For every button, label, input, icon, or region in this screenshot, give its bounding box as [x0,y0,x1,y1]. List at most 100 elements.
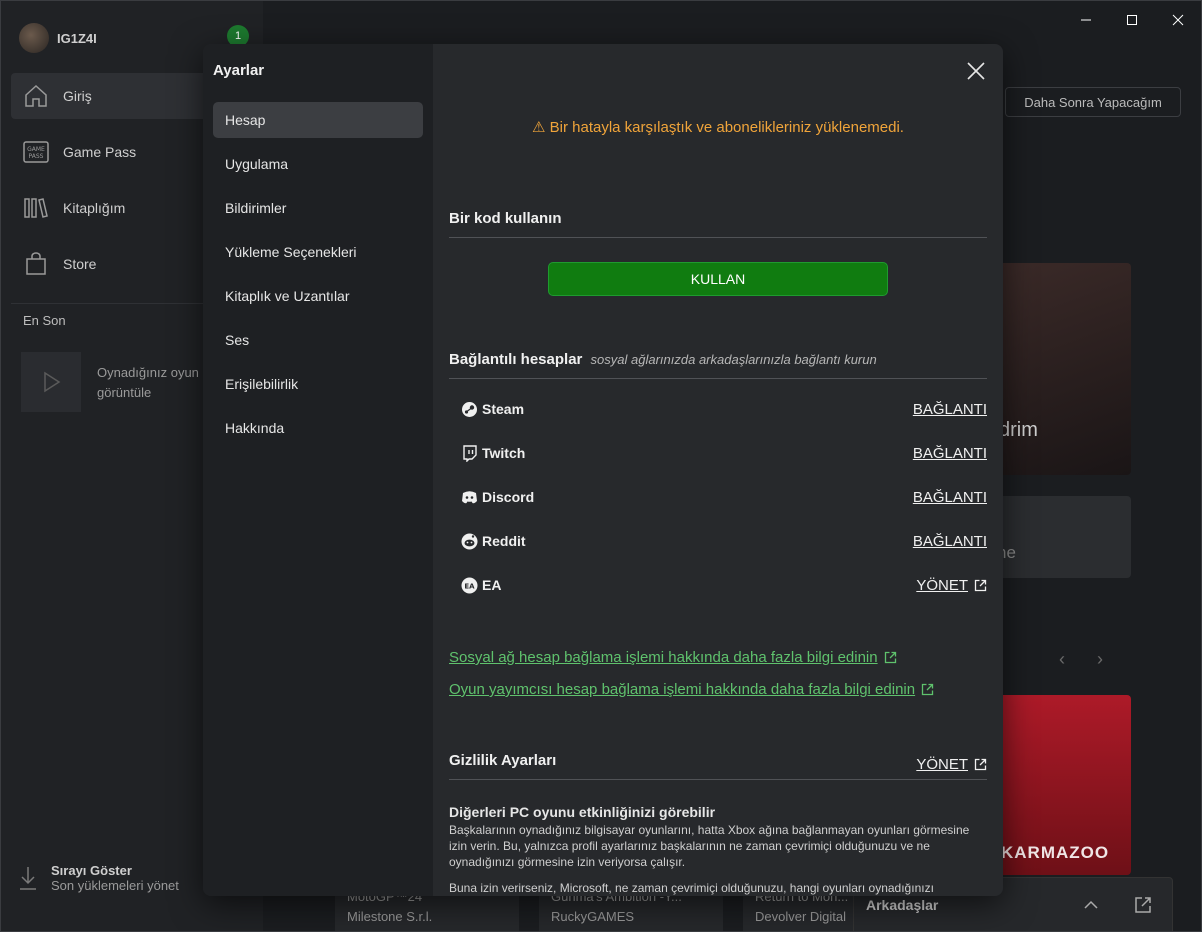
chevron-left-icon[interactable]: ‹ [1059,649,1065,670]
account-name: Steam [461,401,524,418]
linked-account-ea: EA EA YÖNET [461,573,987,597]
ea-icon: EA [461,577,478,593]
carousel-arrows: ‹ › [1059,649,1103,670]
svg-text:PASS: PASS [29,153,44,160]
redeem-button[interactable]: KULLAN [548,262,888,296]
privacy-heading: Gizlilik Ayarları [449,752,987,780]
steam-icon [462,401,477,417]
recent-tile[interactable] [21,352,81,412]
game-card-publisher: RuckyGAMES [551,909,635,924]
game-card-publisher: Milestone S.r.l. [347,909,433,924]
privacy-item-description: Başkalarının oynadığınız bilgisayar oyun… [449,823,970,869]
account-name-text: Reddit [482,533,526,549]
friends-label: Arkadaşlar [866,897,939,913]
linked-accounts-heading: Bağlantılı hesaplar sosyal ağlarınızda a… [449,351,987,379]
settings-menu-app[interactable]: Uygulama [213,146,423,182]
nav-item-label: Store [63,256,97,272]
linked-accounts-subheading: sosyal ağlarınızda arkadaşlarınızla bağl… [590,352,877,367]
nav-item-label: Kitaplığım [63,200,126,216]
settings-menu-account[interactable]: Hesap [213,102,423,138]
redeem-heading-text: Bir kod kullanın [449,210,562,227]
external-link-icon [921,683,934,696]
promo-tile[interactable] [991,496,1131,578]
download-icon [20,867,36,890]
settings-account-pane: ⚠ Bir hatayla karşılaştık ve abonelikler… [449,44,987,896]
linked-account-steam: Steam BAĞLANTI [461,397,987,421]
discord-icon [462,490,477,503]
gamertag: IG1Z4I [57,30,97,46]
library-icon [24,198,48,218]
settings-dialog: Ayarlar Hesap Uygulama Bildirimler Yükle… [203,44,1003,896]
pop-out-icon[interactable] [1134,896,1152,914]
settings-menu-sound[interactable]: Ses [213,322,423,358]
connect-reddit-link[interactable]: BAĞLANTI [913,533,987,550]
close-window-button[interactable] [1155,1,1201,39]
svg-text:GAME: GAME [27,146,45,153]
settings-menu-accessibility[interactable]: Erişilebilirlik [213,366,423,402]
manage-privacy-label: YÖNET [916,756,968,773]
app-window: IG1Z4I 1 Giriş GAME PASS Game Pass Kitapl… [0,0,1202,932]
hero-text: drim [999,419,1038,441]
publisher-linking-info-text: Oyun yayımcısı hesap bağlama işlemi hakk… [449,681,916,698]
maximize-button[interactable] [1109,1,1155,39]
settings-menu-about[interactable]: Hakkında [213,410,423,446]
account-name-text: EA [482,577,502,593]
queue-subtitle: Son yüklemeleri yönet [51,878,179,893]
connect-steam-link[interactable]: BAĞLANTI [913,401,987,418]
reddit-icon [461,533,478,549]
account-name: Reddit [461,533,526,550]
social-linking-info-link[interactable]: Sosyal ağ hesap bağlama işlemi hakkında … [449,649,897,666]
external-link-icon [974,758,987,771]
recent-label: En Son [23,313,66,328]
later-button[interactable]: Daha Sonra Yapacağım [1005,87,1181,117]
nav-item-label: Game Pass [63,144,137,160]
manage-privacy-link[interactable]: YÖNET [916,756,987,773]
error-text: Bir hatayla karşılaştık ve aboneliklerin… [549,119,904,136]
external-link-icon [974,579,987,591]
store-icon [26,252,46,275]
game-pass-icon: GAMEPASS [23,141,49,163]
account-name-text: Steam [482,401,525,417]
queue-title: Sırayı Göster [51,863,132,878]
chevron-right-icon[interactable]: › [1097,649,1103,670]
chevron-up-icon[interactable] [1082,896,1100,914]
account-name-text: Discord [482,489,535,505]
warning-icon: ⚠ [532,119,546,136]
settings-menu-install-options[interactable]: Yükleme Seçenekleri [213,234,423,270]
settings-sidebar: Ayarlar Hesap Uygulama Bildirimler Yükle… [203,44,433,896]
linked-account-discord: Discord BAĞLANTI [461,485,987,509]
redeem-heading: Bir kod kullanın [449,210,987,238]
profile[interactable]: IG1Z4I [19,23,97,53]
settings-title: Ayarlar [213,62,265,79]
play-icon [44,371,61,393]
settings-menu-library[interactable]: Kitaplık ve Uzantılar [213,278,423,314]
maximize-icon [1127,15,1137,25]
twitch-icon [463,444,477,462]
game-tile-title: KARMAZOO [1001,843,1110,862]
external-link-icon [884,651,896,664]
avatar [19,23,49,53]
svg-text:EA: EA [464,582,475,590]
publisher-linking-info-link[interactable]: Oyun yayımcısı hesap bağlama işlemi hakk… [449,681,934,698]
connect-twitch-link[interactable]: BAĞLANTI [913,445,987,462]
linked-accounts-heading-text: Bağlantılı hesaplar [449,351,583,368]
privacy-item-description-2: Buna izin verirseniz, Microsoft, ne zama… [449,881,934,895]
minimize-button[interactable] [1063,1,1109,39]
manage-ea-label: YÖNET [916,576,968,594]
account-name: Discord [461,489,534,506]
manage-ea-link[interactable]: YÖNET [916,577,987,594]
settings-menu-notifications[interactable]: Bildirimler [213,190,423,226]
account-name: EA EA [461,577,501,594]
error-message: ⚠ Bir hatayla karşılaştık ve abonelikler… [449,118,987,136]
account-name-text: Twitch [482,445,526,461]
hero-banner[interactable] [991,263,1131,475]
minimize-icon [1081,19,1091,21]
social-linking-info-text: Sosyal ağ hesap bağlama işlemi hakkında … [449,649,878,666]
queue-button[interactable]: Sırayı Göster Son yüklemeleri yönet [17,863,179,893]
nav-item-label: Giriş [63,88,92,104]
window-controls [1063,1,1201,39]
home-icon [25,84,47,107]
privacy-item-title: Diğerleri PC oyunu etkinliğinizi görebil… [449,804,716,820]
friends-bar-icons [1082,896,1152,914]
connect-discord-link[interactable]: BAĞLANTI [913,489,987,506]
